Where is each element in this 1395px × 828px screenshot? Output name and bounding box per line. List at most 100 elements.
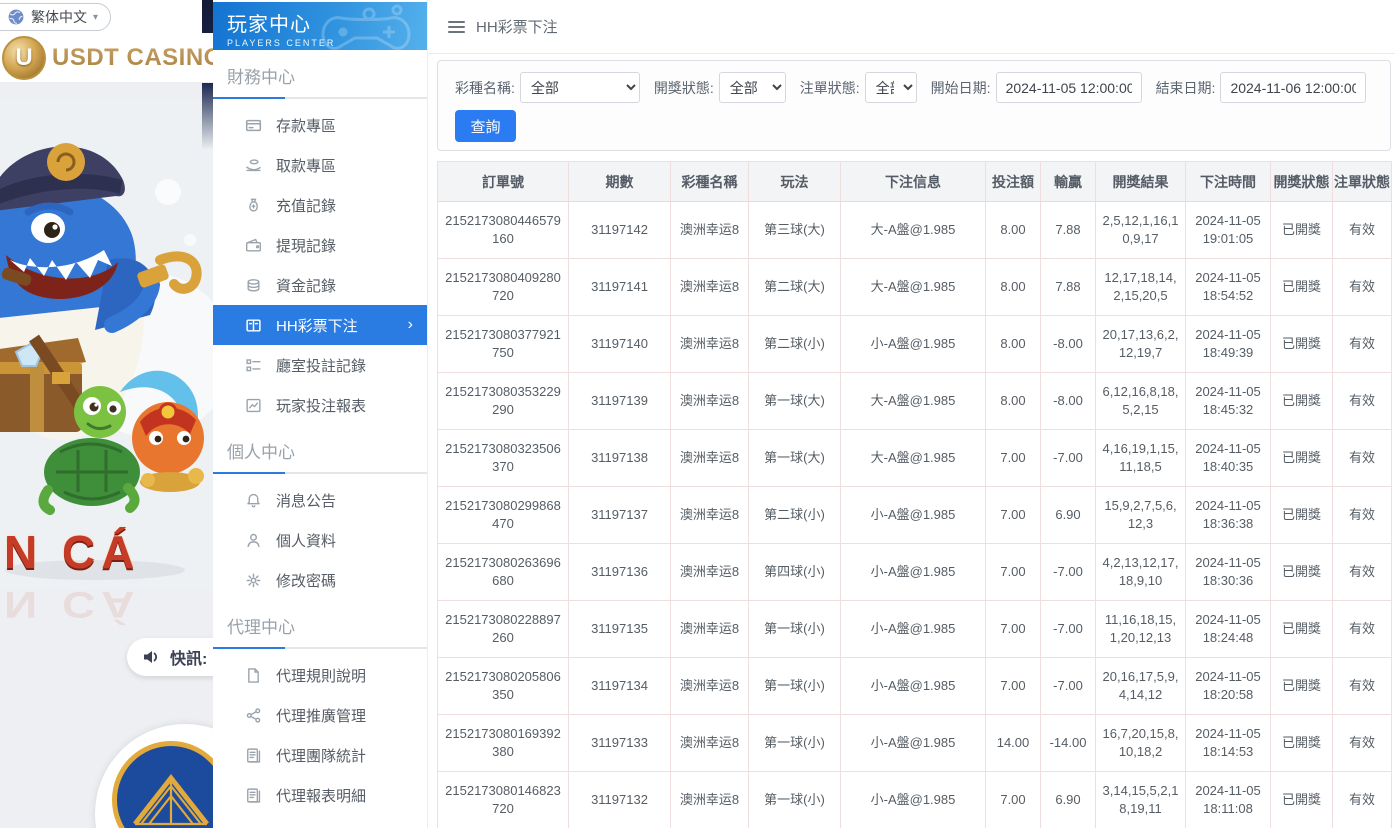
section-title: 個人中心 [213,425,427,472]
brand-logo[interactable]: U USDT CASINO [0,33,213,83]
sidebar-item-player-bet-report[interactable]: 玩家投注報表 [213,385,427,425]
table-cell: -8.00 [1041,316,1096,373]
table-cell: 6.90 [1041,772,1096,828]
table-cell: 31197139 [569,373,671,430]
table-cell: 第四球(小) [749,544,841,601]
table-cell: -14.00 [1041,715,1096,772]
menu-toggle-icon[interactable] [448,21,465,33]
draw-status-label: 開獎狀態: [654,78,714,98]
table-cell: 2024-11-05 19:01:05 [1186,202,1271,259]
table-cell: 有效 [1333,772,1392,828]
sidebar-item-profile[interactable]: 個人資料 [213,520,427,560]
sidebar-item-agent-report-detail[interactable]: 代理報表明細 [213,775,427,815]
table-cell: 2024-11-05 18:20:58 [1186,658,1271,715]
sidebar-item-agent-rules[interactable]: 代理規則說明 [213,655,427,695]
table-cell: 4,16,19,1,15,11,18,5 [1096,430,1186,487]
table-cell: 31197136 [569,544,671,601]
news-ticker[interactable]: 快訊: [127,638,213,676]
sidebar-item-recharge-records[interactable]: 充值記錄 [213,185,427,225]
bell-icon [245,492,262,509]
table-row: 215217308040928072031197141澳洲幸运8第二球(大)大-… [438,259,1392,316]
section-title: 代理中心 [213,600,427,647]
table-cell: 澳洲幸运8 [671,658,749,715]
table-header-row: 訂單號期數彩種名稱玩法下注信息投注額輸贏開獎結果下注時間開獎狀態注單狀態 [438,162,1392,202]
card-icon [245,117,262,134]
table-cell: 31197132 [569,772,671,828]
ledger-icon [245,747,262,764]
table-cell: 大-A盤@1.985 [841,259,986,316]
team-badge [95,724,213,828]
table-cell: 第一球(大) [749,430,841,487]
sidebar-item-label: 廳室投註記錄 [276,355,366,376]
sidebar-item-agent-team-stats[interactable]: 代理團隊統計 [213,735,427,775]
table-row: 215217308016939238031197133澳洲幸运8第一球(小)小-… [438,715,1392,772]
table-cell: 已開獎 [1271,373,1333,430]
column-header: 下注時間 [1186,162,1271,202]
content-topbar: HH彩票下注 [428,0,1395,54]
table-cell: 已開獎 [1271,487,1333,544]
table-cell: 澳洲幸运8 [671,544,749,601]
sidebar-item-label: 玩家投注報表 [276,395,366,416]
team-badge-logo-icon [112,741,213,828]
column-header: 期數 [569,162,671,202]
table-cell: 澳洲幸运8 [671,772,749,828]
table-cell: 小-A盤@1.985 [841,601,986,658]
end-date-input[interactable] [1220,72,1366,103]
news-ticker-label: 快訊: [170,645,207,669]
table-cell: 2152173080205806350 [438,658,569,715]
language-selector[interactable]: 繁体中文 ▾ [0,3,111,31]
section-divider [213,647,427,649]
table-cell: -7.00 [1041,544,1096,601]
sidebar-item-label: 存款專區 [276,115,336,136]
sidebar-item-change-password[interactable]: 修改密碼 [213,560,427,600]
sidebar-item-withdraw-area[interactable]: 取款專區 [213,145,427,185]
table-row: 215217308044657916031197142澳洲幸运8第三球(大)大-… [438,202,1392,259]
table-cell: 小-A盤@1.985 [841,658,986,715]
table-cell: 2152173080146823720 [438,772,569,828]
draw-status-select[interactable]: 全部 [719,72,786,103]
table-cell: 31197137 [569,487,671,544]
table-cell: 第一球(大) [749,373,841,430]
table-cell: 澳洲幸运8 [671,316,749,373]
table-row: 215217308014682372031197132澳洲幸运8第一球(小)小-… [438,772,1392,828]
sidebar-item-agent-promotion[interactable]: 代理推廣管理 [213,695,427,735]
sidebar-item-deposit-area[interactable]: 存款專區 [213,105,427,145]
table-cell: 2024-11-05 18:30:36 [1186,544,1271,601]
section-divider [213,472,427,474]
share-icon [245,707,262,724]
sidebar-sections: 財務中心存款專區取款專區充值記錄提現記錄資金記錄HH彩票下注›廳室投註記錄玩家投… [213,50,427,828]
gear-icon [245,572,262,589]
table-cell: 8.00 [986,373,1041,430]
table-cell: 14.00 [986,715,1041,772]
table-cell: 有效 [1333,316,1392,373]
column-header: 開獎狀態 [1271,162,1333,202]
table-cell: 2152173080409280720 [438,259,569,316]
table-cell: 2152173080263696680 [438,544,569,601]
sidebar-item-funds-records[interactable]: 資金記錄 [213,265,427,305]
start-date-input[interactable] [996,72,1142,103]
order-status-select[interactable]: 全部 [865,72,917,103]
table-cell: 7.00 [986,430,1041,487]
coins-icon [245,277,262,294]
table-cell: 2024-11-05 18:11:08 [1186,772,1271,828]
table-cell: 第一球(小) [749,772,841,828]
coin-logo-icon: U [2,36,46,80]
sidebar-item-withdrawal-records[interactable]: 提現記錄 [213,225,427,265]
table-cell: 已開獎 [1271,601,1333,658]
user-icon [245,532,262,549]
table-cell: 有效 [1333,544,1392,601]
lottery-name-select[interactable]: 全部 [520,72,640,103]
table-cell: 2024-11-05 18:45:32 [1186,373,1271,430]
sidebar-item-agent-sub-members[interactable]: 代理下級會員 [213,815,427,828]
table-cell: 大-A盤@1.985 [841,430,986,487]
table-cell: 2024-11-05 18:36:38 [1186,487,1271,544]
sidebar-item-hall-bet-records[interactable]: 廳室投註記錄 [213,345,427,385]
sidebar-item-messages[interactable]: 消息公告 [213,480,427,520]
sidebar-item-label: 代理下級會員 [276,825,366,828]
table-cell: 澳洲幸运8 [671,487,749,544]
end-date-label: 結束日期: [1156,78,1216,98]
table-cell: 31197142 [569,202,671,259]
search-button[interactable]: 查詢 [455,110,516,142]
sidebar-item-hh-lottery-bets[interactable]: HH彩票下注› [213,305,427,345]
table-cell: 已開獎 [1271,430,1333,487]
